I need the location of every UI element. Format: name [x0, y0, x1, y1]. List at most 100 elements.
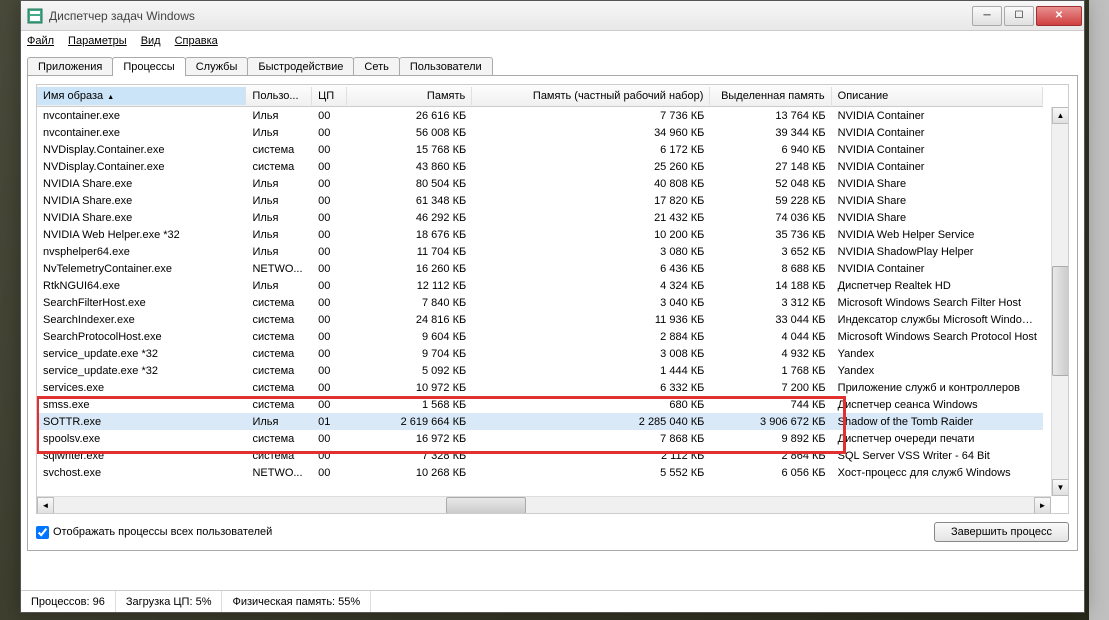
- table-cell: 00: [312, 178, 347, 190]
- table-cell: 7 868 КБ: [472, 433, 710, 445]
- status-cpu: Загрузка ЦП: 5%: [116, 591, 223, 612]
- hscroll-thumb[interactable]: [446, 497, 526, 514]
- vertical-scrollbar[interactable]: ▲ ▼: [1051, 107, 1068, 496]
- col-private-ws[interactable]: Память (частный рабочий набор): [472, 87, 710, 105]
- table-cell: NETWO...: [246, 263, 312, 275]
- table-row[interactable]: services.exeсистема0010 972 КБ6 332 КБ7 …: [37, 379, 1043, 396]
- table-row[interactable]: smss.exeсистема001 568 КБ680 КБ744 КБДис…: [37, 396, 1043, 413]
- scroll-right-icon[interactable]: ►: [1034, 497, 1051, 514]
- show-all-users-input[interactable]: [36, 526, 49, 539]
- table-cell: 25 260 КБ: [472, 161, 710, 173]
- table-cell: 21 432 КБ: [472, 212, 710, 224]
- table-row[interactable]: SOTTR.exeИлья012 619 664 КБ2 285 040 КБ3…: [37, 413, 1043, 430]
- table-cell: 00: [312, 229, 347, 241]
- table-row[interactable]: NVIDIA Share.exeИлья0080 504 КБ40 808 КБ…: [37, 175, 1043, 192]
- table-cell: nvsphelper64.exe: [37, 246, 246, 258]
- table-cell: 00: [312, 297, 347, 309]
- vscroll-thumb[interactable]: [1052, 266, 1069, 376]
- table-cell: 00: [312, 331, 347, 343]
- tab-network[interactable]: Сеть: [353, 57, 399, 76]
- maximize-button[interactable]: ☐: [1004, 6, 1034, 26]
- menu-help[interactable]: Справка: [175, 35, 218, 47]
- table-row[interactable]: service_update.exe *32система009 704 КБ3…: [37, 345, 1043, 362]
- table-cell: 00: [312, 246, 347, 258]
- tab-processes[interactable]: Процессы: [112, 57, 185, 76]
- col-memory[interactable]: Память: [347, 87, 472, 105]
- table-cell: 34 960 КБ: [472, 127, 710, 139]
- table-row[interactable]: spoolsv.exeсистема0016 972 КБ7 868 КБ9 8…: [37, 430, 1043, 447]
- table-cell: система: [246, 365, 312, 377]
- table-cell: nvcontainer.exe: [37, 110, 246, 122]
- table-row[interactable]: SearchFilterHost.exeсистема007 840 КБ3 0…: [37, 294, 1043, 311]
- tab-applications[interactable]: Приложения: [27, 57, 113, 76]
- table-cell: 00: [312, 348, 347, 360]
- table-cell: svchost.exe: [37, 467, 246, 479]
- table-cell: 80 504 КБ: [347, 178, 472, 190]
- tab-users[interactable]: Пользователи: [399, 57, 493, 76]
- titlebar[interactable]: Диспетчер задач Windows ─ ☐ ✕: [21, 1, 1084, 31]
- table-cell: Илья: [246, 127, 312, 139]
- table-cell: 00: [312, 382, 347, 394]
- table-cell: Yandex: [832, 365, 1043, 377]
- table-row[interactable]: RtkNGUI64.exeИлья0012 112 КБ4 324 КБ14 1…: [37, 277, 1043, 294]
- table-row[interactable]: NVIDIA Share.exeИлья0061 348 КБ17 820 КБ…: [37, 192, 1043, 209]
- tab-services[interactable]: Службы: [185, 57, 249, 76]
- table-cell: 9 704 КБ: [347, 348, 472, 360]
- table-cell: 4 932 КБ: [710, 348, 831, 360]
- table-row[interactable]: nvsphelper64.exeИлья0011 704 КБ3 080 КБ3…: [37, 243, 1043, 260]
- table-cell: 35 736 КБ: [710, 229, 831, 241]
- end-process-button[interactable]: Завершить процесс: [934, 522, 1069, 542]
- table-cell: NVIDIA Container: [832, 127, 1043, 139]
- table-row[interactable]: NVIDIA Share.exeИлья0046 292 КБ21 432 КБ…: [37, 209, 1043, 226]
- table-cell: NVIDIA Share: [832, 212, 1043, 224]
- scroll-up-icon[interactable]: ▲: [1052, 107, 1069, 124]
- table-row[interactable]: NVDisplay.Container.exeсистема0015 768 К…: [37, 141, 1043, 158]
- table-row[interactable]: NVIDIA Web Helper.exe *32Илья0018 676 КБ…: [37, 226, 1043, 243]
- table-cell: 40 808 КБ: [472, 178, 710, 190]
- col-image-name[interactable]: Имя образа▲: [37, 87, 246, 105]
- table-cell: Илья: [246, 110, 312, 122]
- table-cell: NVIDIA Container: [832, 144, 1043, 156]
- table-cell: NVIDIA Web Helper Service: [832, 229, 1043, 241]
- table-row[interactable]: service_update.exe *32система005 092 КБ1…: [37, 362, 1043, 379]
- table-row[interactable]: NvTelemetryContainer.exeNETWO...0016 260…: [37, 260, 1043, 277]
- table-cell: система: [246, 161, 312, 173]
- table-cell: 14 188 КБ: [710, 280, 831, 292]
- table-row[interactable]: SearchIndexer.exeсистема0024 816 КБ11 93…: [37, 311, 1043, 328]
- menu-view[interactable]: Вид: [141, 35, 161, 47]
- show-all-users-checkbox[interactable]: Отображать процессы всех пользователей: [36, 526, 272, 539]
- table-cell: NVIDIA Share: [832, 178, 1043, 190]
- col-cpu[interactable]: ЦП: [312, 87, 347, 105]
- table-row[interactable]: sqlwriter.exeсистема007 328 КБ2 112 КБ2 …: [37, 447, 1043, 464]
- close-button[interactable]: ✕: [1036, 6, 1082, 26]
- table-row[interactable]: nvcontainer.exeИлья0026 616 КБ7 736 КБ13…: [37, 107, 1043, 124]
- table-cell: NVIDIA Container: [832, 263, 1043, 275]
- table-row[interactable]: svchost.exeNETWO...0010 268 КБ5 552 КБ6 …: [37, 464, 1043, 481]
- table-cell: 6 172 КБ: [472, 144, 710, 156]
- table-cell: SearchFilterHost.exe: [37, 297, 246, 309]
- minimize-button[interactable]: ─: [972, 6, 1002, 26]
- scroll-down-icon[interactable]: ▼: [1052, 479, 1069, 496]
- menu-options[interactable]: Параметры: [68, 35, 127, 47]
- tab-performance[interactable]: Быстродействие: [247, 57, 354, 76]
- table-cell: Yandex: [832, 348, 1043, 360]
- table-cell: 13 764 КБ: [710, 110, 831, 122]
- table-cell: 744 КБ: [710, 399, 831, 411]
- table-cell: 3 080 КБ: [472, 246, 710, 258]
- table-row[interactable]: nvcontainer.exeИлья0056 008 КБ34 960 КБ3…: [37, 124, 1043, 141]
- col-description[interactable]: Описание: [832, 87, 1043, 105]
- table-cell: 17 820 КБ: [472, 195, 710, 207]
- scroll-left-icon[interactable]: ◄: [37, 497, 54, 514]
- table-row[interactable]: NVDisplay.Container.exeсистема0043 860 К…: [37, 158, 1043, 175]
- table-cell: 24 816 КБ: [347, 314, 472, 326]
- menu-file[interactable]: Файл: [27, 35, 54, 47]
- horizontal-scrollbar[interactable]: ◄ ►: [37, 496, 1051, 513]
- table-cell: smss.exe: [37, 399, 246, 411]
- table-cell: система: [246, 144, 312, 156]
- col-commit[interactable]: Выделенная память: [710, 87, 831, 105]
- table-row[interactable]: SearchProtocolHost.exeсистема009 604 КБ2…: [37, 328, 1043, 345]
- table-cell: система: [246, 348, 312, 360]
- table-cell: 00: [312, 365, 347, 377]
- col-user[interactable]: Пользо...: [246, 87, 312, 105]
- table-cell: Илья: [246, 416, 312, 428]
